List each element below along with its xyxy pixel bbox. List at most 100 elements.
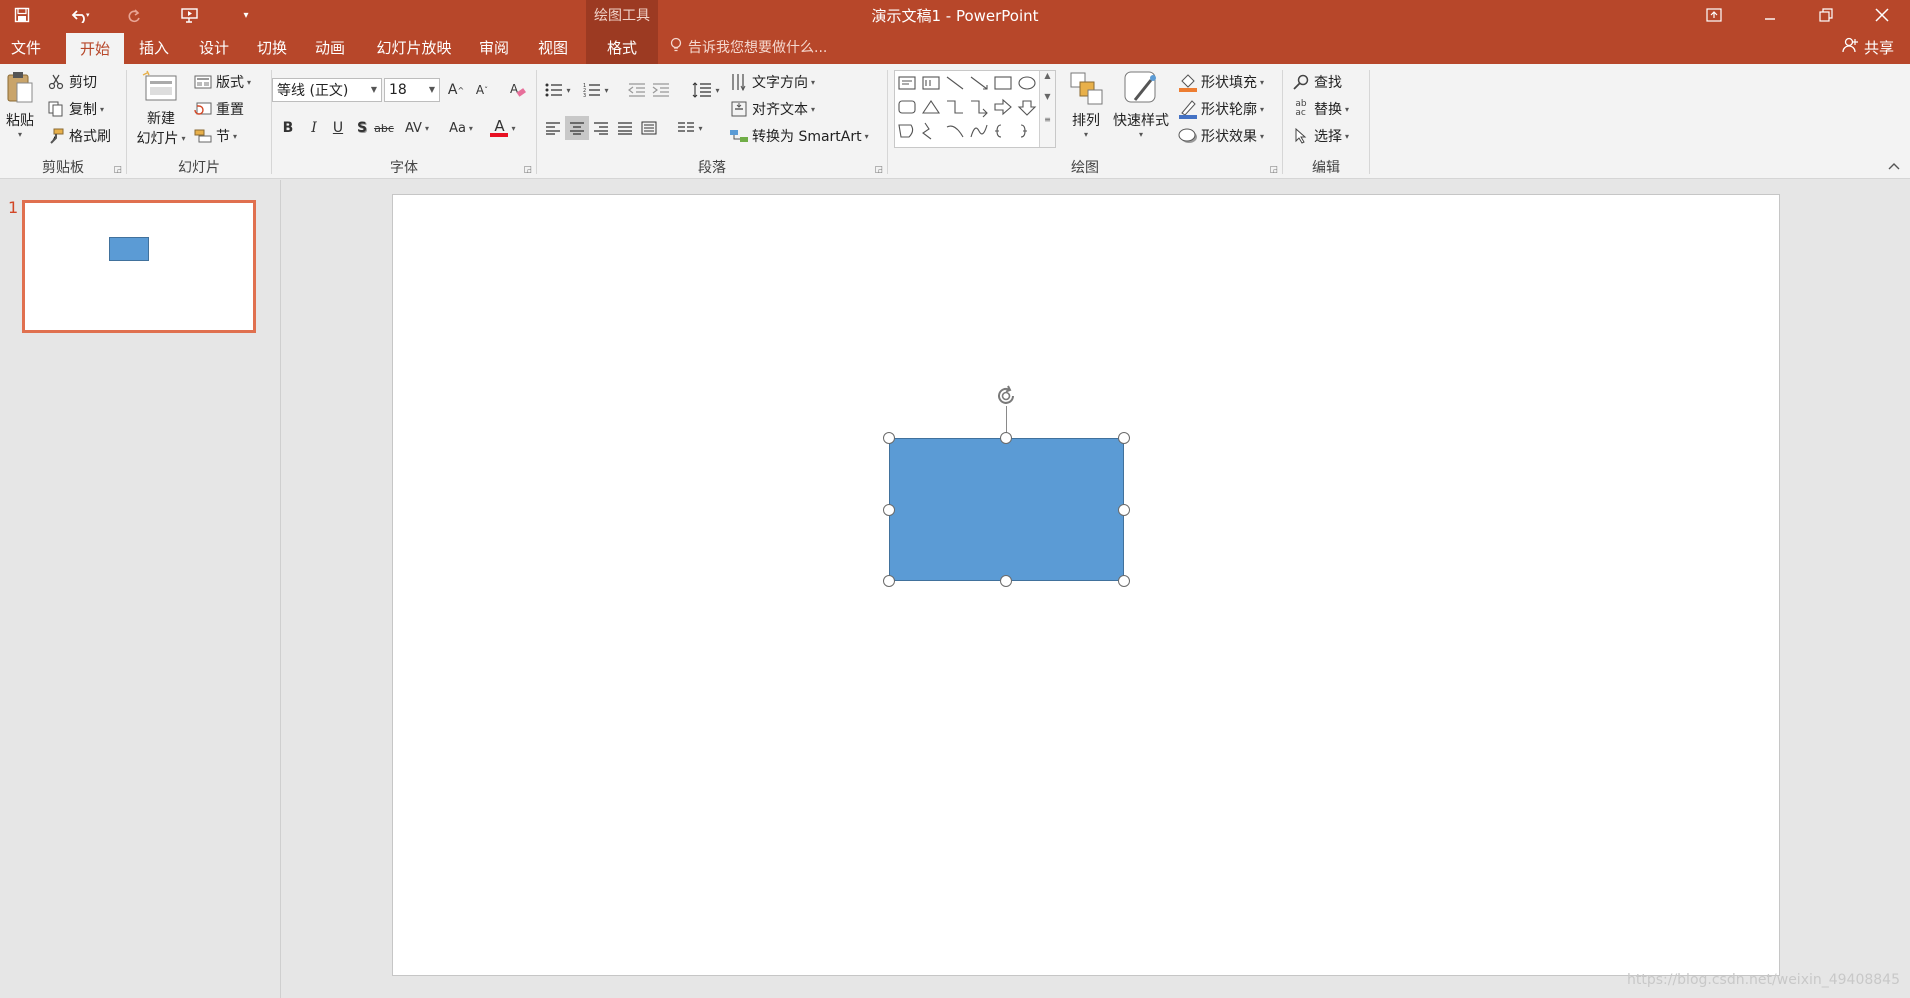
layout-button[interactable]: 版式 ▾ [193,72,251,92]
ribbon-display-options-icon[interactable] [1686,0,1742,30]
increase-indent-button[interactable] [649,78,673,102]
rotation-handle[interactable] [994,384,1018,408]
shape-fill-button[interactable]: 形状填充 ▾ [1178,72,1264,92]
underline-button[interactable]: U [326,116,350,140]
justify-button[interactable] [613,116,637,140]
gallery-scrollbar[interactable]: ▲ ▼ ≡ [1039,71,1055,147]
shape-fill-dropdown-icon[interactable]: ▾ [1260,78,1264,87]
strikethrough-button[interactable]: abc [372,116,396,140]
shape-outline-dropdown-icon[interactable]: ▾ [1260,105,1264,114]
select-dropdown-icon[interactable]: ▾ [1345,132,1349,141]
replace-button[interactable]: ab ac 替换 ▾ [1291,99,1349,119]
shrink-font-button[interactable]: Aˇ [470,78,494,102]
copy-dropdown-icon[interactable]: ▾ [100,105,104,114]
decrease-indent-button[interactable] [625,78,649,102]
resize-handle-bottom[interactable] [1000,575,1012,587]
center-button[interactable] [565,116,589,140]
paste-dropdown-icon[interactable]: ▾ [2,130,38,139]
smartart-dropdown-icon[interactable]: ▾ [865,132,869,141]
font-dialog-launcher-icon[interactable]: ◲ [523,165,532,175]
bold-button[interactable]: B [276,116,300,140]
restore-icon[interactable] [1798,0,1854,30]
text-direction-button[interactable]: 文字方向 ▾ [729,72,815,92]
font-size-combo[interactable]: 18 ▼ [384,78,440,102]
distributed-button[interactable] [637,116,661,140]
resize-handle-top[interactable] [1000,432,1012,444]
customize-quick-access-icon[interactable]: ▾ [228,2,264,28]
text-shadow-button[interactable]: S [350,116,374,140]
clear-formatting-button[interactable]: A [506,78,530,102]
find-button[interactable]: 查找 [1291,72,1342,92]
italic-button[interactable]: I [302,116,326,140]
select-button[interactable]: 选择 ▾ [1291,126,1349,146]
tab-home[interactable]: 开始 [66,33,124,64]
character-spacing-button[interactable]: AV ▾ [400,116,434,140]
shape-outline-button[interactable]: 形状轮廓 ▾ [1178,99,1264,119]
section-dropdown-icon[interactable]: ▾ [233,132,237,141]
tab-design[interactable]: 设计 [186,30,242,64]
font-name-combo[interactable]: 等线 (正文) ▼ [272,78,382,102]
font-color-button[interactable]: A ▾ [486,116,520,140]
tell-me-search[interactable]: 告诉我您想要做什么... [670,30,827,64]
shapes-gallery[interactable]: ▲ ▼ ≡ [894,70,1056,148]
resize-handle-bottom-right[interactable] [1118,575,1130,587]
section-button[interactable]: 节 ▾ [193,126,237,146]
gallery-more-icon[interactable]: ≡ [1040,115,1055,124]
shape-effects-button[interactable]: 形状效果 ▾ [1178,126,1264,146]
redo-icon[interactable] [116,2,152,28]
minimize-icon[interactable] [1742,0,1798,30]
chevron-down-icon[interactable]: ▼ [371,85,377,94]
slide-canvas[interactable] [392,194,1780,976]
paragraph-dialog-launcher-icon[interactable]: ◲ [874,165,883,175]
share-button[interactable]: 共享 [1842,30,1894,64]
copy-button[interactable]: 复制 ▾ [46,99,104,119]
layout-dropdown-icon[interactable]: ▾ [247,78,251,87]
start-from-beginning-icon[interactable] [172,2,208,28]
format-painter-button[interactable]: 格式刷 [46,126,111,146]
resize-handle-left[interactable] [883,504,895,516]
undo-icon[interactable]: ▾ [58,2,104,28]
close-icon[interactable] [1854,0,1910,30]
bullets-button[interactable]: ▾ [541,78,575,102]
quick-styles-button[interactable]: 快速样式 ▾ [1108,70,1174,139]
tab-animations[interactable]: 动画 [302,30,358,64]
shape-effects-dropdown-icon[interactable]: ▾ [1260,132,1264,141]
numbering-button[interactable]: 1 2 3 ▾ [579,78,613,102]
tab-file[interactable]: 文件 [0,30,52,64]
tab-view[interactable]: 视图 [524,30,582,64]
tab-insert[interactable]: 插入 [126,30,182,64]
new-slide-dropdown-icon[interactable]: ▾ [181,134,185,143]
slide-thumbnail[interactable] [22,200,256,333]
gallery-up-icon[interactable]: ▲ [1040,71,1055,80]
align-text-dropdown-icon[interactable]: ▾ [811,105,815,114]
save-icon[interactable] [4,2,40,28]
resize-handle-bottom-left[interactable] [883,575,895,587]
text-direction-dropdown-icon[interactable]: ▾ [811,78,815,87]
tab-transitions[interactable]: 切换 [244,30,300,64]
reset-button[interactable]: 重置 [193,99,244,119]
clipboard-dialog-launcher-icon[interactable]: ◲ [113,165,122,175]
resize-handle-top-right[interactable] [1118,432,1130,444]
resize-handle-top-left[interactable] [883,432,895,444]
chevron-down-icon[interactable]: ▼ [429,85,435,94]
line-spacing-button[interactable]: ▾ [689,78,723,102]
grow-font-button[interactable]: A ^ [444,78,468,102]
resize-handle-right[interactable] [1118,504,1130,516]
collapse-ribbon-icon[interactable] [1888,156,1900,174]
tab-format[interactable]: 格式 [586,30,658,64]
cut-button[interactable]: 剪切 [46,72,97,92]
convert-to-smartart-button[interactable]: 转换为 SmartArt ▾ [729,126,869,146]
columns-button[interactable]: ▾ [673,116,707,140]
gallery-down-icon[interactable]: ▼ [1040,92,1055,101]
new-slide-button[interactable]: 新建 幻灯片 ▾ [131,70,191,148]
tab-slide-show[interactable]: 幻灯片放映 [366,30,462,64]
replace-dropdown-icon[interactable]: ▾ [1345,105,1349,114]
tab-review[interactable]: 审阅 [466,30,522,64]
align-left-button[interactable] [541,116,565,140]
change-case-button[interactable]: Aa ▾ [444,116,478,140]
rectangle-shape[interactable] [889,438,1124,581]
arrange-button[interactable]: 排列 ▾ [1064,70,1108,139]
align-right-button[interactable] [589,116,613,140]
drawing-dialog-launcher-icon[interactable]: ◲ [1269,165,1278,175]
align-text-button[interactable]: 对齐文本 ▾ [729,99,815,119]
